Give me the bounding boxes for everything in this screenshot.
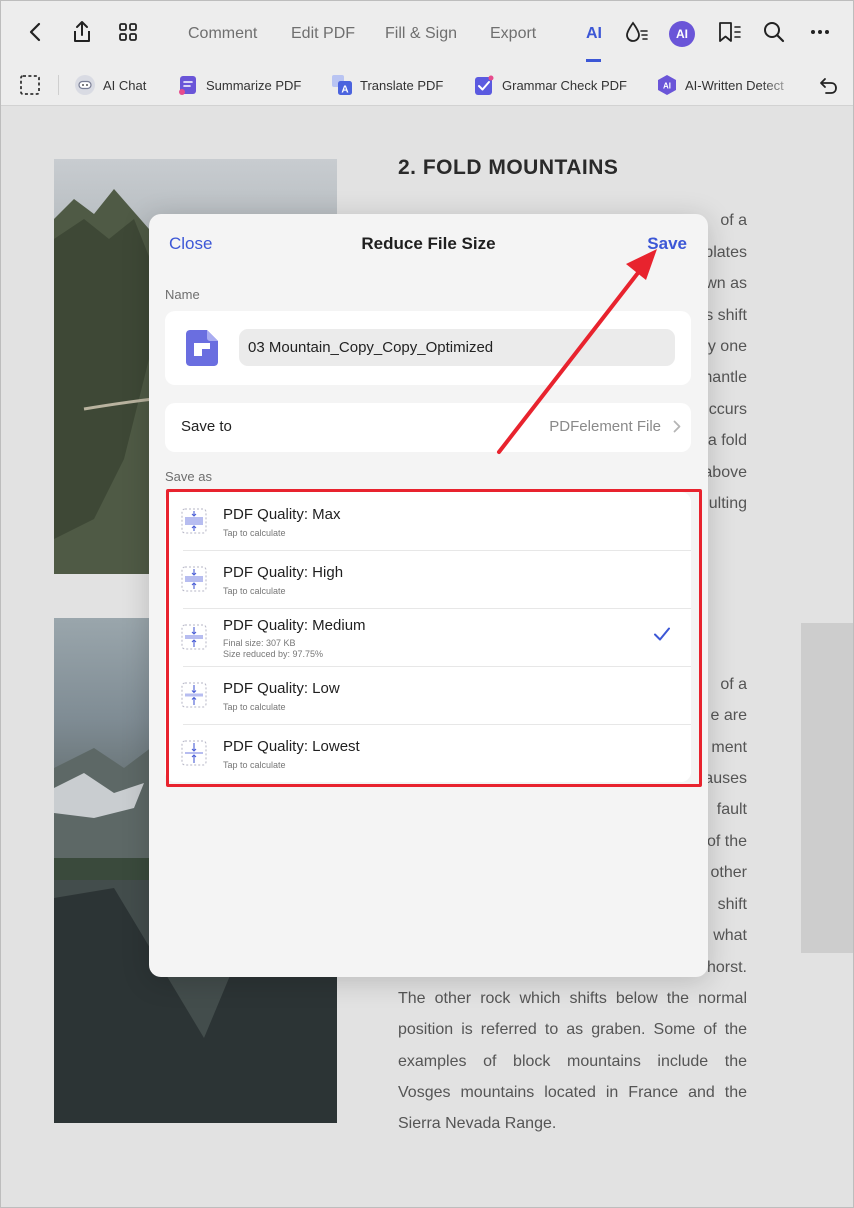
compress-icon (181, 566, 207, 592)
file-name-input[interactable] (239, 329, 675, 366)
text-fragment: e are (710, 707, 747, 724)
paragraph-line: position is referred to as graben. Some … (398, 1021, 747, 1038)
text-fragment: shift (717, 896, 747, 913)
quality-option-lowest[interactable]: PDF Quality: Lowest Tap to calculate (165, 724, 691, 782)
text-fragment: ulting (708, 495, 747, 512)
grid-icon[interactable] (113, 17, 143, 47)
paragraph-line: Vosges mountains located in France and t… (398, 1084, 747, 1101)
ai-assistant-icon[interactable]: AI (669, 21, 695, 47)
side-panel-handle[interactable] (801, 623, 853, 953)
name-section-label: Name (165, 287, 200, 302)
save-as-section-label: Save as (165, 469, 212, 484)
text-fragment: other (710, 864, 747, 881)
compress-icon (181, 740, 207, 766)
active-tab-indicator (586, 59, 601, 62)
text-fragment: a fold (707, 432, 747, 449)
file-name-card (165, 311, 691, 385)
quality-option-subtitle: Tap to calculate (223, 586, 286, 596)
save-to-value: PDFelement File (549, 418, 661, 435)
paragraph-line: The other rock which shifts below the no… (398, 990, 747, 1007)
tab-fill-sign[interactable]: Fill & Sign (385, 25, 457, 43)
text-fragment: ccurs (708, 401, 747, 418)
text-fragment: auses (704, 770, 747, 787)
quality-option-title: PDF Quality: Low (223, 680, 340, 697)
compress-icon (181, 508, 207, 534)
tab-ai[interactable]: AI (586, 25, 601, 43)
app-window: Comment Edit PDF Fill & Sign Export AI A… (0, 0, 854, 1208)
quality-option-medium[interactable]: PDF Quality: Medium Final size: 307 KB S… (165, 608, 691, 666)
paragraph-line: Sierra Nevada Range. (398, 1115, 557, 1132)
top-navigation-bar: Comment Edit PDF Fill & Sign Export AI A… (1, 1, 853, 65)
document-heading: 2. FOLD MOUNTAINS (398, 156, 619, 179)
size-reduced-text: Size reduced by: 97.75% (223, 649, 324, 659)
text-fragment: horst. (706, 959, 747, 976)
quality-option-max[interactable]: PDF Quality: Max Tap to calculate (165, 492, 691, 550)
reduce-file-size-dialog: Close Reduce File Size Save Name Save to… (149, 214, 708, 977)
back-icon[interactable] (21, 17, 51, 47)
text-fragment: of a (720, 676, 747, 693)
quality-option-subtitle: Tap to calculate (223, 528, 286, 538)
pdf-file-icon (183, 329, 221, 367)
text-fragment: fault (716, 801, 747, 818)
translate-icon: A (331, 74, 353, 96)
translate-pdf-tool[interactable]: A Translate PDF (331, 73, 443, 97)
quality-option-title: PDF Quality: Medium (223, 617, 366, 634)
text-fragment: above (703, 464, 747, 481)
quality-option-subtitle: Tap to calculate (223, 702, 286, 712)
text-fragment: s shift (705, 307, 747, 324)
text-fragment: y one (707, 338, 747, 355)
compress-icon (181, 682, 207, 708)
text-fragment: ment (711, 739, 747, 756)
share-icon[interactable] (67, 17, 97, 47)
more-options-icon[interactable] (805, 17, 835, 47)
quality-options-list: PDF Quality: Max Tap to calculate PDF Qu… (165, 492, 691, 782)
selection-icon[interactable] (19, 73, 41, 97)
toolbar-fade (761, 65, 801, 105)
quality-option-title: PDF Quality: Lowest (223, 738, 360, 755)
quality-option-subtitle: Tap to calculate (223, 760, 286, 770)
ai-chat-tool[interactable]: AI Chat (74, 73, 146, 97)
compress-icon (181, 624, 207, 650)
summarize-icon (177, 74, 199, 96)
search-icon[interactable] (759, 17, 789, 47)
summarize-pdf-label: Summarize PDF (206, 77, 302, 93)
ai-tools-bar: AI Chat Summarize PDF A Translate PDF Gr… (1, 65, 853, 106)
svg-text:A: A (341, 85, 348, 96)
save-to-label: Save to (181, 418, 232, 435)
dialog-title: Reduce File Size (361, 234, 496, 253)
toolbar-divider (58, 75, 59, 95)
ai-detect-icon: AI (656, 74, 678, 96)
text-fragment: plates (704, 244, 747, 261)
quality-option-high[interactable]: PDF Quality: High Tap to calculate (165, 550, 691, 608)
ai-chat-icon (74, 74, 96, 96)
save-button[interactable]: Save (647, 234, 687, 254)
text-fragment: of a (720, 212, 747, 229)
quality-option-low[interactable]: PDF Quality: Low Tap to calculate (165, 666, 691, 724)
summarize-pdf-tool[interactable]: Summarize PDF (177, 73, 301, 97)
undo-icon[interactable] (817, 73, 839, 97)
quality-option-title: PDF Quality: Max (223, 506, 341, 523)
grammar-check-icon (473, 74, 495, 96)
svg-text:AI: AI (663, 82, 671, 91)
tab-edit-pdf[interactable]: Edit PDF (291, 25, 355, 43)
quality-option-title: PDF Quality: High (223, 564, 344, 581)
text-fragment: of the (706, 833, 747, 850)
tab-comment[interactable]: Comment (188, 25, 257, 43)
grammar-check-tool[interactable]: Grammar Check PDF (473, 73, 627, 97)
ai-chat-label: AI Chat (103, 77, 147, 93)
save-to-row[interactable]: Save to PDFelement File (165, 403, 691, 452)
checkmark-icon (653, 626, 671, 647)
ink-drop-icon[interactable] (621, 17, 651, 47)
final-size-text: Final size: 307 KB (223, 638, 296, 648)
chevron-right-icon (673, 420, 681, 438)
grammar-check-label: Grammar Check PDF (502, 77, 627, 93)
translate-pdf-label: Translate PDF (360, 77, 444, 93)
bookmark-list-icon[interactable] (714, 17, 744, 47)
text-fragment: what (713, 927, 747, 944)
tab-export[interactable]: Export (490, 25, 536, 43)
paragraph-line: examples of block mountains include the (398, 1053, 747, 1070)
